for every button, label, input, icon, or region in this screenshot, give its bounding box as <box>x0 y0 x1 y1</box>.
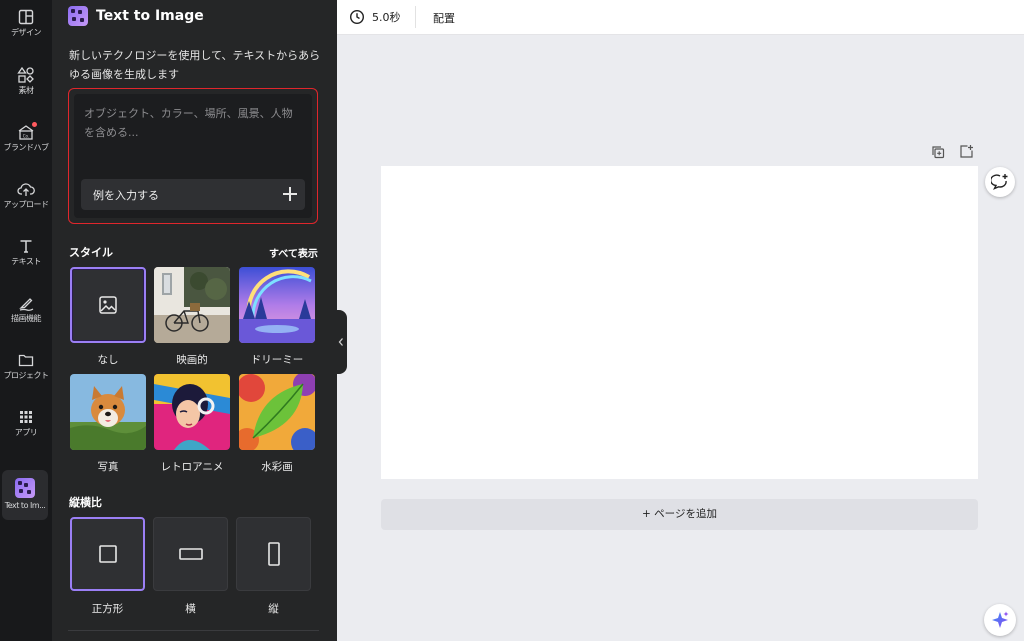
style-label: なし <box>97 354 119 366</box>
rail-item-design[interactable]: デザイン <box>0 9 52 59</box>
prompt-placeholder: オブジェクト、カラー、場所、風景、人物を含める... <box>84 107 293 139</box>
style-label: 水彩画 <box>261 461 293 473</box>
see-all-link[interactable]: すべて表示 <box>269 245 318 260</box>
plus-icon <box>283 187 297 201</box>
rail-item-text[interactable]: テキスト <box>0 238 52 288</box>
style-tile-retro-anime[interactable] <box>154 374 230 450</box>
aspect-label: 横 <box>185 603 196 615</box>
watercolor-leaf-thumbnail <box>239 374 315 450</box>
style-tile-watercolor[interactable] <box>239 374 315 450</box>
toolbar-separator <box>415 6 416 28</box>
style-tile-cinematic[interactable] <box>154 267 230 343</box>
clock-icon <box>349 9 365 25</box>
arrange-button[interactable]: 配置 <box>433 10 455 26</box>
style-label: 写真 <box>97 461 119 473</box>
style-tile-dreamy[interactable] <box>239 267 315 343</box>
text-to-image-app-icon <box>68 6 88 26</box>
rail-item-upload[interactable]: アップロード <box>0 181 52 231</box>
rail-item-apps[interactable]: アプリ <box>0 409 52 459</box>
square-shape-icon <box>99 545 117 563</box>
panel-description: 新しいテクノロジーを使用して、テキストからあらゆる画像を生成します <box>69 49 321 81</box>
rail-label: 素材 <box>18 86 35 95</box>
aspect-square-option[interactable] <box>70 517 145 591</box>
chevron-left-icon <box>338 338 343 346</box>
panel-divider <box>68 630 319 631</box>
rail-label: プロジェクト <box>3 371 50 380</box>
duration-button[interactable]: 5.0秒 <box>349 9 401 25</box>
editor-toolbar: 5.0秒 配置 <box>337 0 1024 35</box>
comment-button[interactable] <box>985 167 1015 197</box>
aspect-portrait-option[interactable] <box>236 517 311 591</box>
enter-example-button[interactable]: 例を入力する <box>81 179 305 210</box>
portrait-shape-icon <box>268 542 280 566</box>
svg-text:Co.: Co. <box>23 134 29 139</box>
prompt-input[interactable]: オブジェクト、カラー、場所、風景、人物を含める... 例を入力する <box>74 94 312 218</box>
rail-label: 描画機能 <box>11 314 42 323</box>
rail-item-brand-hub[interactable]: Co. ブランドハブ <box>0 122 52 174</box>
folder-icon <box>18 354 34 367</box>
dreamy-landscape-thumbnail <box>239 267 315 343</box>
draw-icon <box>19 298 34 311</box>
rail-label: Text to Im... <box>4 501 46 510</box>
add-page-icon[interactable] <box>959 144 974 159</box>
upload-cloud-icon <box>17 183 35 196</box>
rail-label: デザイン <box>11 28 42 37</box>
aspect-label: 縦 <box>268 603 279 615</box>
rail-item-text-to-image[interactable]: Text to Im... <box>2 470 48 520</box>
magic-assistant-button[interactable] <box>984 604 1016 636</box>
text-to-image-app-icon <box>15 478 35 498</box>
rail-item-elements[interactable]: 素材 <box>0 67 52 117</box>
duplicate-page-icon[interactable] <box>931 145 945 159</box>
style-heading: スタイル <box>69 246 113 259</box>
style-tile-none[interactable] <box>70 267 146 343</box>
prompt-box: オブジェクト、カラー、場所、風景、人物を含める... 例を入力する <box>68 88 318 224</box>
add-comment-icon <box>991 174 1008 190</box>
rail-item-projects[interactable]: プロジェクト <box>0 352 52 402</box>
cinematic-bicycle-thumbnail <box>154 267 230 343</box>
apps-grid-icon <box>20 411 32 423</box>
landscape-shape-icon <box>179 548 203 560</box>
sparkle-icon <box>992 611 1009 628</box>
aspect-ratio-heading: 縦横比 <box>69 496 102 509</box>
enter-example-label: 例を入力する <box>93 189 159 202</box>
side-rail: デザイン 素材 Co. ブランドハブ アップロード テキスト 描画機能 プロジェ… <box>0 0 52 641</box>
rail-label: アプリ <box>14 428 38 437</box>
layout-icon <box>18 9 34 25</box>
image-icon <box>99 296 117 314</box>
retro-anime-thumbnail <box>154 374 230 450</box>
style-label: ドリーミー <box>250 354 304 366</box>
rail-label: アップロード <box>3 200 50 209</box>
style-label: 映画的 <box>176 354 208 366</box>
text-to-image-panel: Text to Image 新しいテクノロジーを使用して、テキストからあらゆる画… <box>52 0 337 641</box>
design-page[interactable] <box>381 166 978 479</box>
notification-dot <box>32 122 37 127</box>
text-icon <box>20 240 32 253</box>
panel-title: Text to Image <box>96 8 204 24</box>
panel-header: Text to Image <box>68 5 204 27</box>
collapse-panel-handle[interactable] <box>335 310 347 374</box>
photo-dog-thumbnail <box>70 374 146 450</box>
duration-value: 5.0秒 <box>372 11 401 24</box>
rail-item-draw[interactable]: 描画機能 <box>0 295 52 345</box>
shapes-icon <box>17 67 34 83</box>
rail-label: ブランドハブ <box>3 143 50 152</box>
style-tile-photo[interactable] <box>70 374 146 450</box>
rail-label: テキスト <box>11 257 41 266</box>
aspect-landscape-option[interactable] <box>153 517 228 591</box>
aspect-label: 正方形 <box>91 603 124 615</box>
add-page-button[interactable]: + ページを追加 <box>381 499 978 530</box>
style-label: レトロアニメ <box>160 461 224 473</box>
